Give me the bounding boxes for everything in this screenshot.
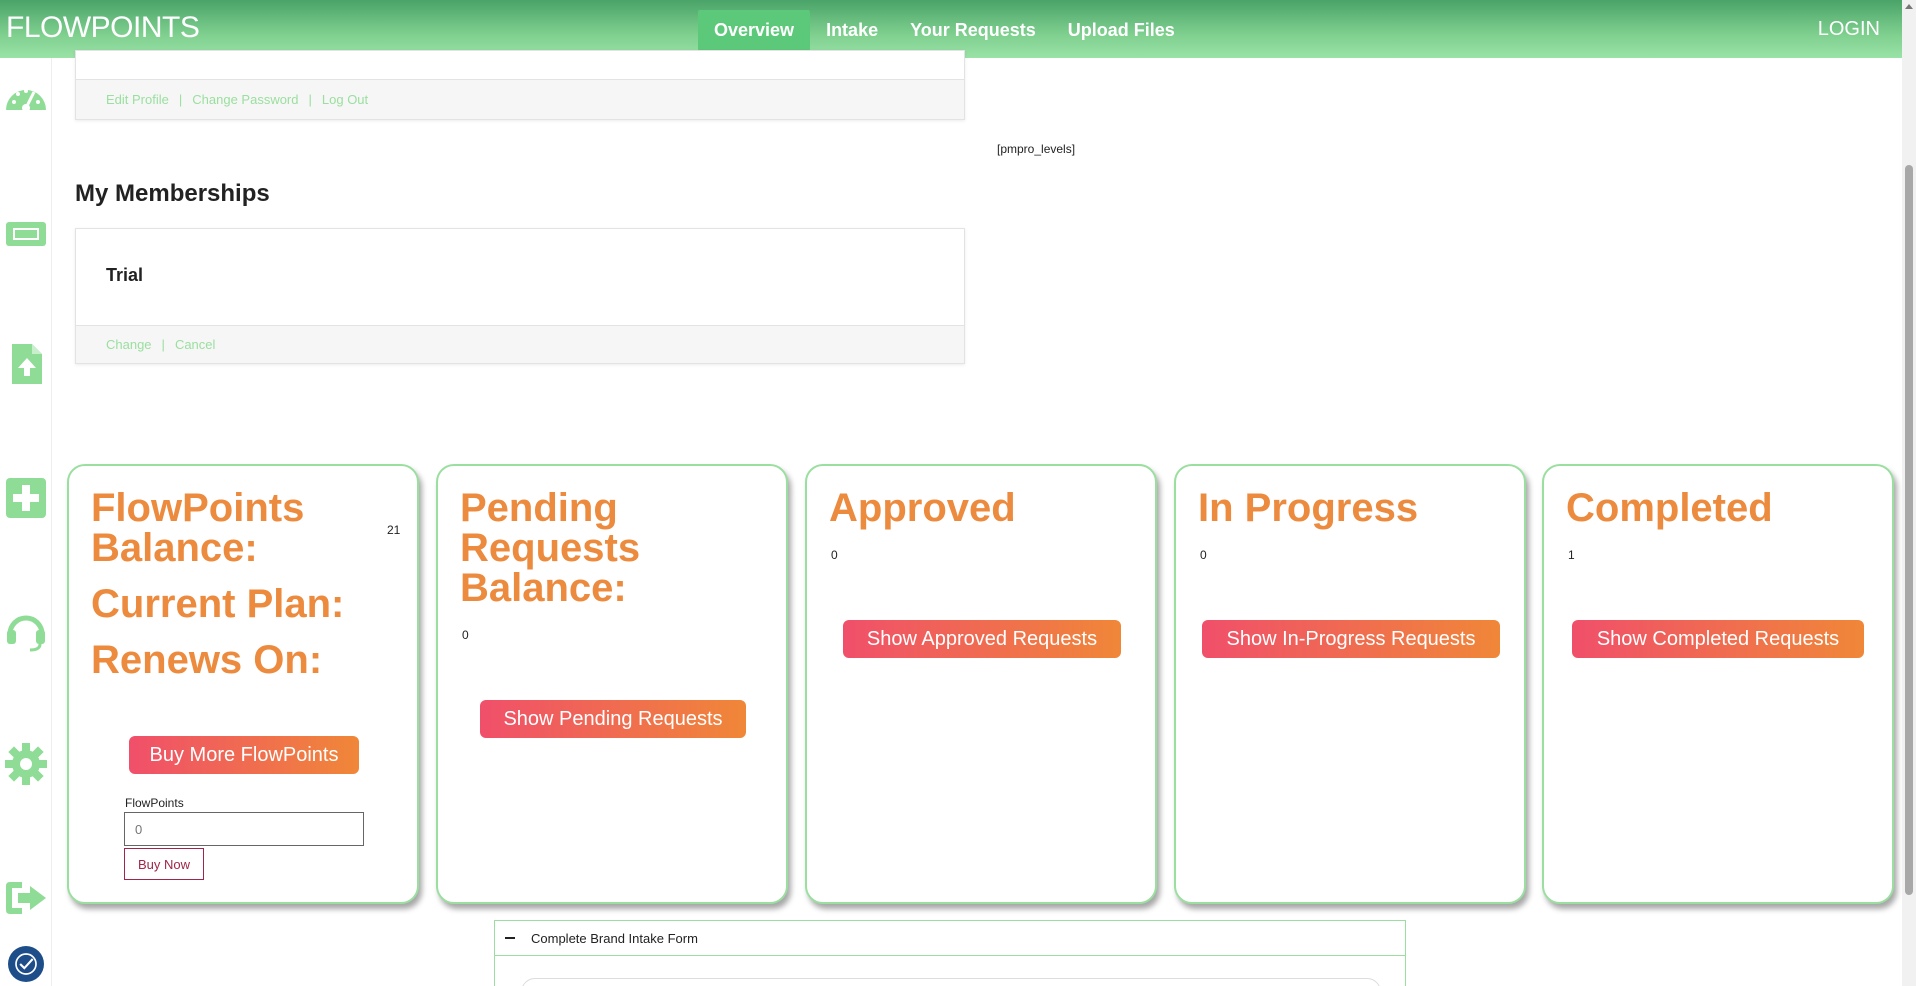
approved-title: Approved: [829, 486, 1016, 530]
scrollbar-thumb[interactable]: [1905, 165, 1913, 895]
profile-card: Edit Profile | Change Password | Log Out: [75, 50, 965, 120]
in-progress-title: In Progress: [1198, 486, 1419, 530]
nav-intake[interactable]: Intake: [810, 10, 894, 51]
separator: |: [161, 337, 165, 352]
login-link[interactable]: LOGIN: [1818, 18, 1880, 41]
accessibility-button[interactable]: [8, 946, 44, 982]
brand-intake-form-container: [521, 978, 1381, 986]
cancel-membership-link[interactable]: Cancel: [175, 337, 215, 352]
dashboard-icon[interactable]: [4, 78, 48, 122]
balance-title: FlowPoints Balance:: [91, 486, 305, 570]
flowpoints-input[interactable]: [124, 812, 364, 846]
membership-card: Trial Change | Cancel: [75, 228, 965, 364]
logout-icon[interactable]: [4, 876, 48, 920]
stat-card-balance: FlowPoints Balance: 21 Current Plan: Ren…: [67, 464, 419, 904]
stat-card-completed: Completed 1 Show Completed Requests: [1542, 464, 1894, 904]
page: FLOWPOINTS Overview Intake Your Requests…: [0, 0, 1916, 986]
brand-logo[interactable]: FLOWPOINTS: [6, 11, 200, 45]
ticket-icon[interactable]: [4, 212, 48, 256]
collapse-icon: [505, 937, 515, 939]
pending-title: Pending Requests Balance:: [460, 486, 641, 610]
stat-card-pending: Pending Requests Balance: 0 Show Pending…: [436, 464, 788, 904]
membership-plan-name: Trial: [106, 265, 144, 285]
nav-upload-files[interactable]: Upload Files: [1052, 10, 1191, 51]
balance-value: 21: [387, 523, 401, 537]
sidebar-icon-rail: [0, 58, 52, 986]
buy-more-flowpoints-button[interactable]: Buy More FlowPoints: [129, 736, 359, 774]
buy-now-button[interactable]: Buy Now: [124, 848, 204, 880]
brand-intake-accordion-label: Complete Brand Intake Form: [531, 930, 698, 946]
nav-your-requests[interactable]: Your Requests: [894, 10, 1052, 51]
gear-icon[interactable]: [4, 742, 48, 786]
memberships-title: My Memberships: [75, 180, 270, 207]
show-completed-requests-button[interactable]: Show Completed Requests: [1572, 620, 1864, 658]
renews-on-label: Renews On:: [91, 638, 323, 682]
show-approved-requests-button[interactable]: Show Approved Requests: [843, 620, 1121, 658]
stat-card-approved: Approved 0 Show Approved Requests: [805, 464, 1157, 904]
brand-intake-accordion-body: [494, 956, 1406, 986]
current-plan-label: Current Plan:: [91, 582, 345, 626]
stat-card-in-progress: In Progress 0 Show In-Progress Requests: [1174, 464, 1526, 904]
membership-card-footer: Change | Cancel: [76, 325, 964, 363]
separator: |: [308, 92, 312, 107]
edit-profile-link[interactable]: Edit Profile: [106, 92, 169, 107]
plus-icon[interactable]: [4, 476, 48, 520]
show-in-progress-requests-button[interactable]: Show In-Progress Requests: [1202, 620, 1500, 658]
accessibility-icon: [15, 953, 37, 975]
completed-title: Completed: [1566, 486, 1773, 530]
pmpro-levels-shortcode: [pmpro_levels]: [997, 142, 1076, 156]
profile-card-footer: Edit Profile | Change Password | Log Out: [76, 79, 964, 119]
log-out-link[interactable]: Log Out: [322, 92, 368, 107]
in-progress-value: 0: [1200, 548, 1207, 562]
show-pending-requests-button[interactable]: Show Pending Requests: [480, 700, 746, 738]
brand-intake-accordion-header[interactable]: Complete Brand Intake Form: [494, 920, 1406, 956]
file-upload-icon[interactable]: [4, 342, 48, 386]
page-scrollbar[interactable]: [1902, 0, 1916, 986]
pending-value: 0: [462, 628, 469, 642]
headset-icon[interactable]: [4, 608, 48, 652]
change-membership-link[interactable]: Change: [106, 337, 152, 352]
separator: |: [178, 92, 183, 107]
main-nav: Overview Intake Your Requests Upload Fil…: [698, 10, 1191, 51]
approved-value: 0: [831, 548, 838, 562]
completed-value: 1: [1568, 548, 1575, 562]
scroll-up-arrow-icon[interactable]: [1905, 4, 1913, 9]
flowpoints-field-label: FlowPoints: [125, 796, 184, 810]
change-password-link[interactable]: Change Password: [192, 92, 298, 107]
nav-overview[interactable]: Overview: [698, 10, 811, 51]
